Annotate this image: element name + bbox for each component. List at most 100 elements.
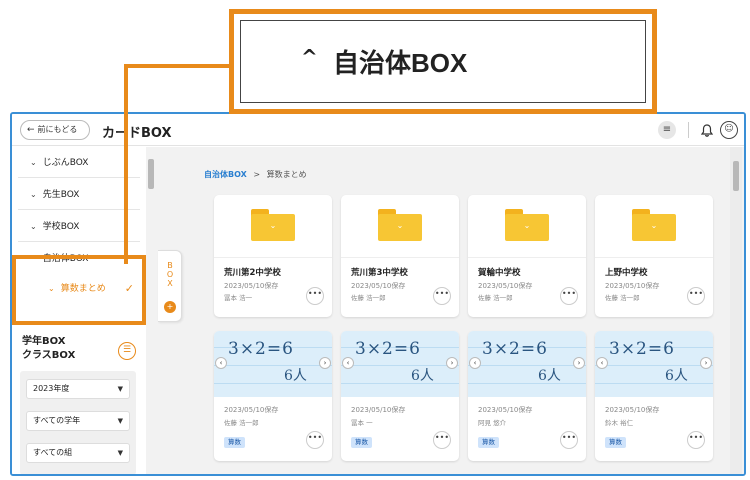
sidebar-item-jibun-box[interactable]: ⌄ じぶんBOX bbox=[18, 147, 140, 178]
more-options-button[interactable]: ••• bbox=[306, 431, 324, 449]
folder-title: 荒川第3中学校 bbox=[351, 268, 408, 278]
divider bbox=[468, 257, 586, 258]
saved-date: 2023/05/10保存 bbox=[478, 406, 533, 414]
prev-icon[interactable]: ‹ bbox=[469, 357, 481, 369]
divider bbox=[341, 257, 459, 258]
callout-title: 自治体BOX bbox=[333, 48, 468, 78]
saved-date: 2023/05/10保存 bbox=[478, 282, 533, 290]
scrollbar-thumb[interactable] bbox=[733, 161, 739, 191]
box-tab-label: BOX bbox=[166, 261, 174, 288]
subject-tag: 算数 bbox=[224, 437, 245, 448]
author-name: 鈴木 裕仁 bbox=[605, 419, 634, 427]
chevron-up-icon: ^ bbox=[301, 45, 318, 69]
folder-card[interactable]: ⌄ 荒川第3中学校 2023/05/10保存 佐藤 浩一郎 ••• bbox=[341, 195, 459, 317]
note-thumbnail: 3×2=6 6人 ‹ › bbox=[214, 331, 332, 397]
bell-icon[interactable] bbox=[698, 121, 716, 139]
next-icon[interactable]: › bbox=[446, 357, 458, 369]
more-options-button[interactable]: ••• bbox=[433, 431, 451, 449]
filter-heading-class: クラスBOX bbox=[22, 350, 76, 361]
author-name: 佐藤 浩一郎 bbox=[351, 294, 386, 302]
note-thumbnail: 3×2=6 6人 ‹ › bbox=[341, 331, 459, 397]
saved-date: 2023/05/10保存 bbox=[351, 406, 406, 414]
callout-connector-vertical bbox=[124, 64, 128, 264]
next-icon[interactable]: › bbox=[700, 357, 712, 369]
user-icon[interactable]: ☺ bbox=[720, 121, 738, 139]
divider bbox=[214, 257, 332, 258]
grade-select-value: すべての学年 bbox=[33, 416, 81, 425]
author-name: 阿見 悠介 bbox=[478, 419, 507, 427]
sidebar-item-label: 先生BOX bbox=[42, 190, 80, 200]
breadcrumb-current: 算数まとめ bbox=[266, 170, 307, 179]
breadcrumb-root-link[interactable]: 自治体BOX bbox=[204, 170, 247, 179]
divider bbox=[688, 122, 689, 138]
sidebar-scrollbar[interactable] bbox=[146, 147, 156, 474]
note-card[interactable]: 3×2=6 6人 ‹ › 2023/05/10保存 冨本 一 算数 ••• bbox=[341, 331, 459, 461]
saved-date: 2023/05/10保存 bbox=[224, 282, 279, 290]
main-content: 自治体BOX > 算数まとめ ⌄ 荒川第2中学校 2023/05/10保存 冨本… bbox=[156, 147, 744, 474]
math-expression: 3×2=6 bbox=[609, 339, 675, 359]
folder-icon: ⌄ bbox=[251, 209, 295, 241]
more-options-button[interactable]: ••• bbox=[687, 431, 705, 449]
box-side-tab[interactable]: BOX + bbox=[158, 250, 182, 322]
filter-icon[interactable]: ☰ bbox=[118, 342, 136, 360]
more-options-button[interactable]: ••• bbox=[560, 287, 578, 305]
caret-down-icon: ▼ bbox=[117, 385, 123, 393]
math-answer: 6人 bbox=[538, 368, 561, 384]
breadcrumb: 自治体BOX > 算数まとめ bbox=[204, 169, 307, 180]
subject-tag: 算数 bbox=[478, 437, 499, 448]
folder-card[interactable]: ⌄ 賀輪中学校 2023/05/10保存 佐藤 浩一郎 ••• bbox=[468, 195, 586, 317]
folder-icon: ⌄ bbox=[505, 209, 549, 241]
note-thumbnail: 3×2=6 6人 ‹ › bbox=[595, 331, 713, 397]
folder-card[interactable]: ⌄ 荒川第2中学校 2023/05/10保存 冨本 浩一 ••• bbox=[214, 195, 332, 317]
page-title: カードBOX bbox=[102, 126, 172, 141]
scrollbar-thumb[interactable] bbox=[148, 159, 154, 189]
back-button-label: 前にもどる bbox=[37, 125, 78, 134]
callout-panel: ^ 自治体BOX bbox=[240, 20, 646, 103]
folder-icon: ⌄ bbox=[632, 209, 676, 241]
divider bbox=[595, 257, 713, 258]
grade-select[interactable]: すべての学年 ▼ bbox=[26, 411, 130, 431]
plus-icon: + bbox=[164, 301, 176, 313]
callout-connector-horizontal bbox=[124, 64, 230, 68]
prev-icon[interactable]: ‹ bbox=[215, 357, 227, 369]
chevron-down-icon: ⌄ bbox=[30, 222, 37, 231]
saved-date: 2023/05/10保存 bbox=[224, 406, 279, 414]
sidebar-item-sensei-box[interactable]: ⌄ 先生BOX bbox=[18, 179, 140, 210]
folder-title: 上野中学校 bbox=[605, 268, 648, 278]
breadcrumb-separator: > bbox=[253, 170, 261, 179]
filter-heading-grade: 学年BOX bbox=[22, 336, 66, 347]
note-card[interactable]: 3×2=6 6人 ‹ › 2023/05/10保存 佐藤 浩一郎 算数 ••• bbox=[214, 331, 332, 461]
saved-date: 2023/05/10保存 bbox=[605, 282, 660, 290]
back-button[interactable]: ← 前にもどる bbox=[20, 120, 90, 140]
note-card[interactable]: 3×2=6 6人 ‹ › 2023/05/10保存 阿見 悠介 算数 ••• bbox=[468, 331, 586, 461]
subject-tag: 算数 bbox=[605, 437, 626, 448]
more-options-button[interactable]: ••• bbox=[433, 287, 451, 305]
main-scrollbar[interactable] bbox=[730, 147, 742, 474]
author-name: 佐藤 浩一郎 bbox=[224, 419, 259, 427]
prev-icon[interactable]: ‹ bbox=[342, 357, 354, 369]
caret-down-icon: ▼ bbox=[117, 417, 123, 425]
arrow-left-icon: ← bbox=[27, 125, 35, 135]
sidebar-item-gakko-box[interactable]: ⌄ 学校BOX bbox=[18, 211, 140, 242]
next-icon[interactable]: › bbox=[573, 357, 585, 369]
folder-icon: ⌄ bbox=[378, 209, 422, 241]
class-select[interactable]: すべての組 ▼ bbox=[26, 443, 130, 463]
chevron-down-icon: ⌄ bbox=[30, 158, 37, 167]
author-name: 冨本 浩一 bbox=[224, 294, 253, 302]
chevron-down-icon: ⌄ bbox=[30, 190, 37, 199]
sidebar-item-label: 学校BOX bbox=[42, 222, 80, 232]
subject-tag: 算数 bbox=[351, 437, 372, 448]
more-options-button[interactable]: ••• bbox=[560, 431, 578, 449]
menu-icon[interactable]: ≡ bbox=[658, 121, 676, 139]
folder-title: 荒川第2中学校 bbox=[224, 268, 281, 278]
more-options-button[interactable]: ••• bbox=[306, 287, 324, 305]
math-answer: 6人 bbox=[284, 368, 307, 384]
year-select[interactable]: 2023年度 ▼ bbox=[26, 379, 130, 399]
author-name: 冨本 一 bbox=[351, 419, 373, 427]
more-options-button[interactable]: ••• bbox=[687, 287, 705, 305]
folder-card[interactable]: ⌄ 上野中学校 2023/05/10保存 佐藤 浩一郎 ••• bbox=[595, 195, 713, 317]
note-card[interactable]: 3×2=6 6人 ‹ › 2023/05/10保存 鈴木 裕仁 算数 ••• bbox=[595, 331, 713, 461]
next-icon[interactable]: › bbox=[319, 357, 331, 369]
prev-icon[interactable]: ‹ bbox=[596, 357, 608, 369]
folder-title: 賀輪中学校 bbox=[478, 268, 521, 278]
